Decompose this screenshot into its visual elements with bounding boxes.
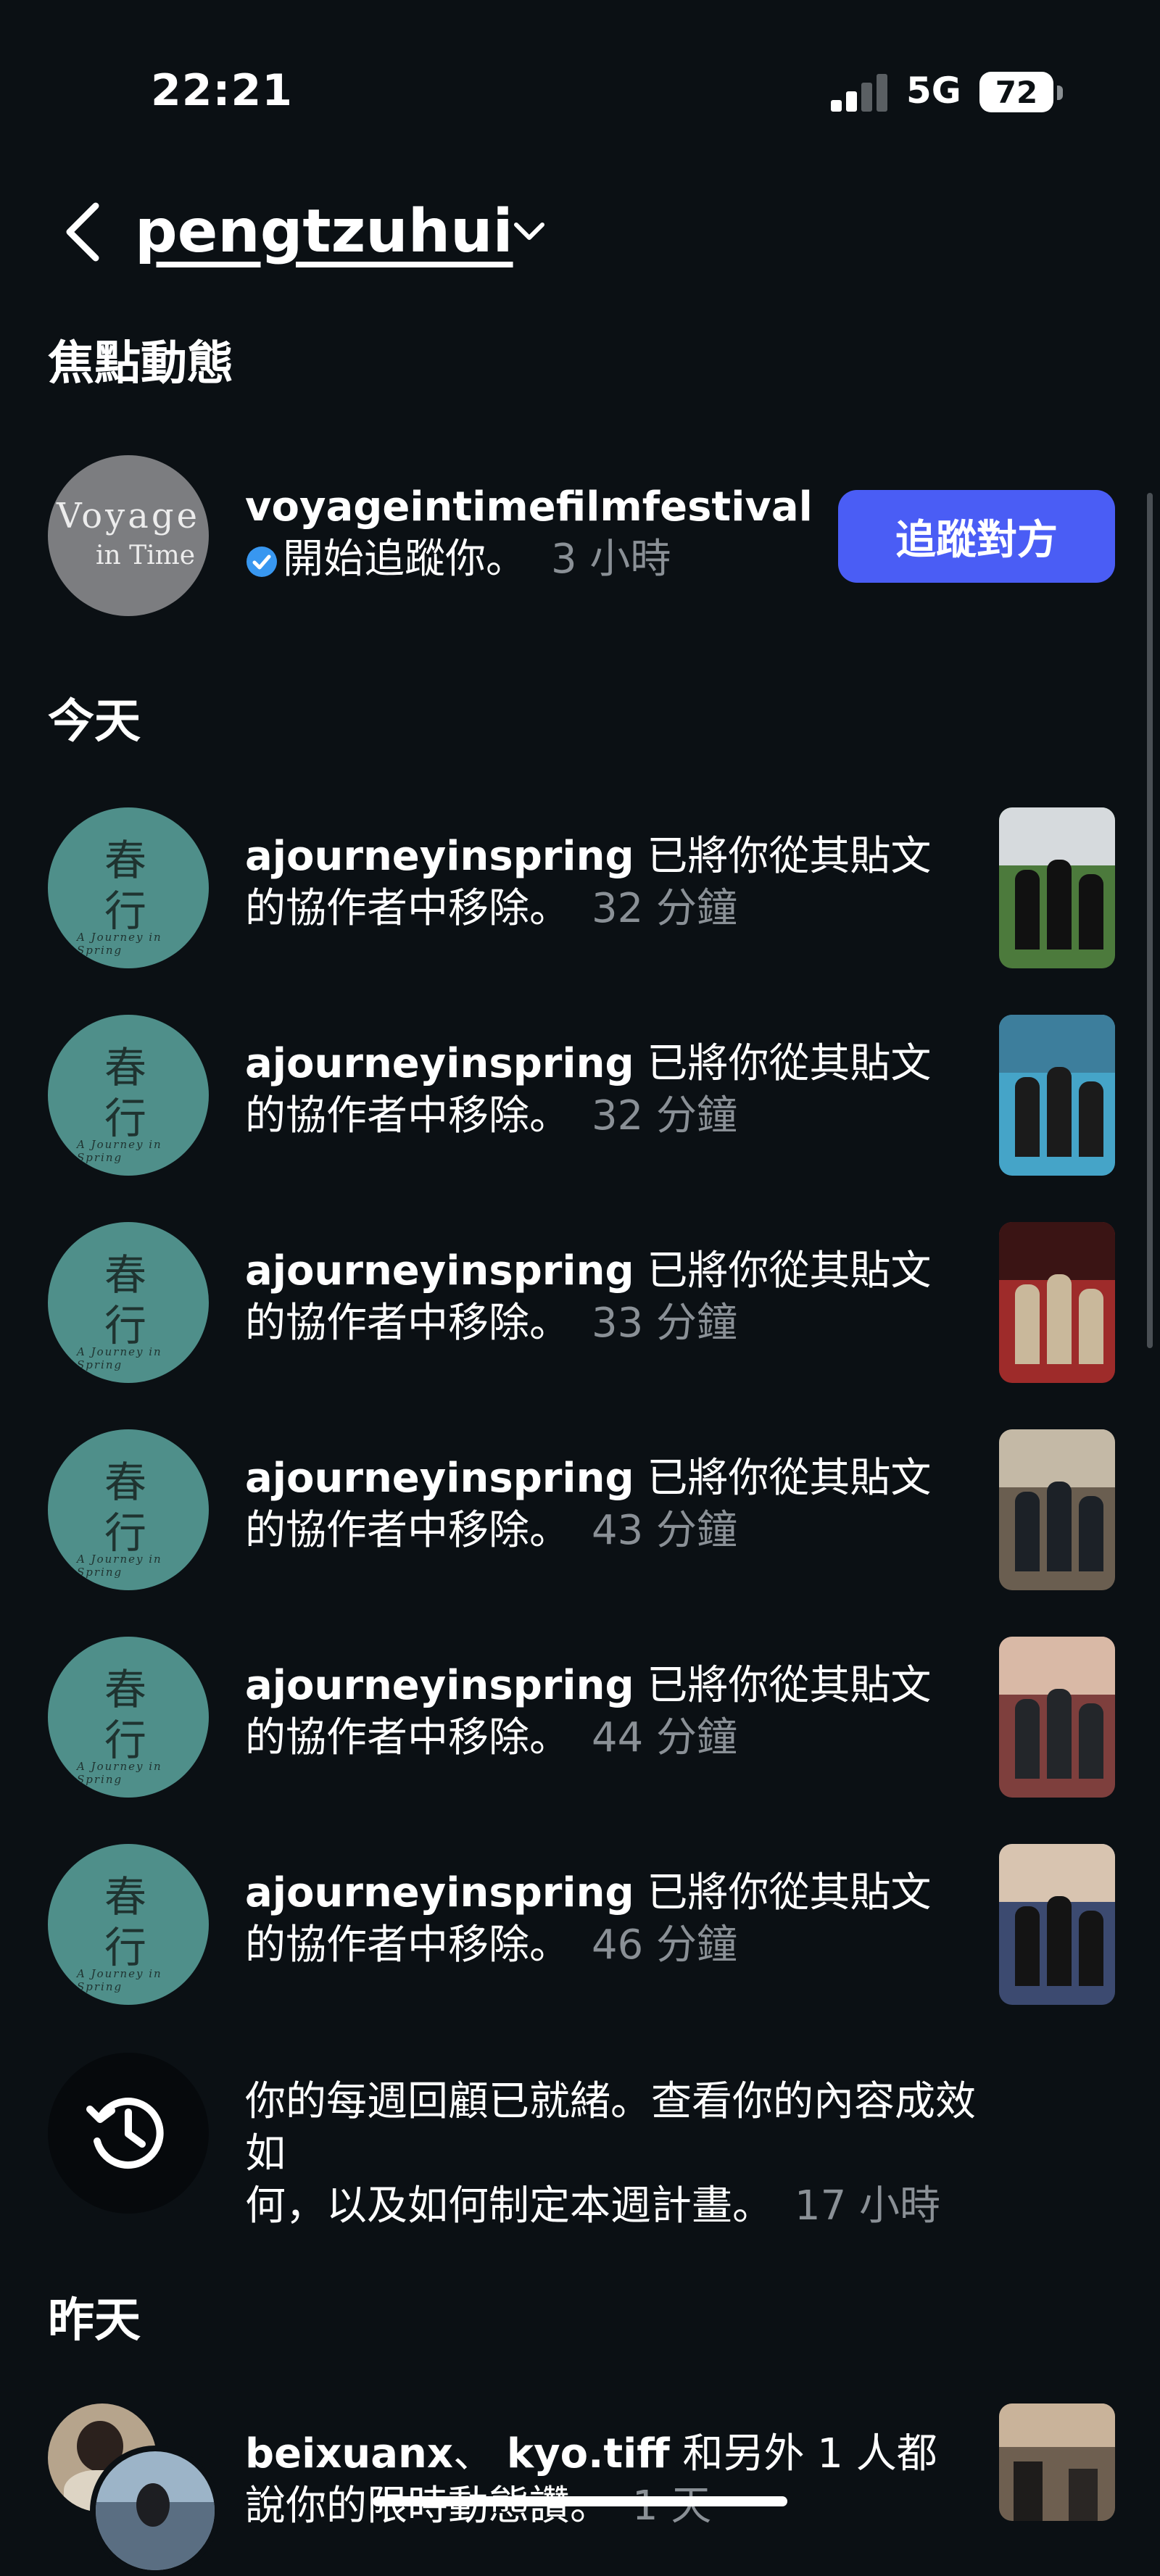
avatar-logo-line1: Voyage — [57, 496, 201, 536]
avatar-ajourneyinspring[interactable]: 春行A Journey in Spring — [48, 807, 209, 968]
yesterday-account-1[interactable]: beixuanx — [245, 2430, 453, 2477]
signal-strength-icon — [831, 70, 889, 112]
notification-message-b: 的協作者中移除。 — [245, 1921, 570, 1969]
post-thumbnail[interactable] — [999, 1844, 1115, 2005]
battery-tip — [1057, 86, 1063, 100]
notification-time: 32 分鐘 — [592, 1092, 738, 1139]
notification-message-b: 的協作者中移除。 — [245, 1714, 570, 1761]
chevron-down-icon[interactable] — [509, 215, 550, 248]
notification-account[interactable]: ajourneyinspring — [245, 1662, 634, 1709]
weekly-recap-line2: 何，以及如何制定本週計畫。 — [245, 2182, 773, 2230]
notification-message-a: 已將你從其貼文 — [634, 1662, 932, 1709]
featured-time: 3 小時 — [551, 536, 671, 583]
avatar-logo-subtitle: A Journey in Spring — [77, 1553, 162, 1579]
yesterday-message: 和另外 1 人都 — [669, 2430, 937, 2477]
avatar-logo-char2: 行 — [104, 1923, 147, 1972]
battery-level: 72 — [995, 74, 1038, 110]
notification-time: 43 分鐘 — [592, 1507, 738, 1554]
notification-text[interactable]: ajourneyinspring 已將你從其貼文的協作者中移除。 46 分鐘 — [245, 1867, 985, 1972]
weekly-recap-avatar[interactable] — [48, 2053, 209, 2214]
avatar-logo-char2: 行 — [104, 1301, 147, 1350]
notification-text[interactable]: ajourneyinspring 已將你從其貼文的協作者中移除。 32 分鐘 — [245, 831, 985, 935]
avatar-logo-char2: 行 — [104, 1094, 147, 1143]
avatar-ajourneyinspring[interactable]: 春行A Journey in Spring — [48, 1222, 209, 1383]
section-title-featured: 焦點動態 — [48, 337, 233, 391]
weekly-recap-text[interactable]: 你的每週回顧已就緒。查看你的內容成效如 何，以及如何制定本週計畫。 17 小時 — [245, 2076, 985, 2232]
notification-text[interactable]: ajourneyinspring 已將你從其貼文的協作者中移除。 43 分鐘 — [245, 1453, 985, 1557]
post-thumbnail-yesterday[interactable] — [999, 2403, 1115, 2521]
avatar-ajourneyinspring[interactable]: 春行A Journey in Spring — [48, 1015, 209, 1176]
notification-time: 44 分鐘 — [592, 1714, 738, 1761]
notification-message-a: 已將你從其貼文 — [634, 1869, 932, 1916]
notification-message-b: 的協作者中移除。 — [245, 885, 570, 932]
back-arrow-icon[interactable] — [58, 196, 109, 268]
featured-message: 開始追蹤你。 — [283, 536, 526, 583]
follow-back-button[interactable]: 追蹤對方 — [838, 490, 1115, 583]
avatar-ajourneyinspring[interactable]: 春行A Journey in Spring — [48, 1844, 209, 2005]
notification-message-b: 的協作者中移除。 — [245, 1507, 570, 1554]
post-thumbnail[interactable] — [999, 807, 1115, 968]
avatar-voyageintimefilmfestival[interactable]: Voyage in Time — [48, 455, 209, 616]
section-title-today: 今天 — [48, 695, 141, 749]
notification-time: 32 分鐘 — [592, 885, 738, 932]
avatar-logo-char2: 行 — [104, 1716, 147, 1765]
avatar-logo-subtitle: A Journey in Spring — [77, 1967, 162, 1993]
post-thumbnail[interactable] — [999, 1429, 1115, 1590]
battery-icon: 72 — [979, 72, 1053, 112]
scrollbar[interactable] — [1147, 493, 1153, 1348]
status-time: 22:21 — [151, 65, 293, 116]
home-indicator — [373, 2496, 787, 2506]
notification-account[interactable]: ajourneyinspring — [245, 1455, 634, 1502]
weekly-recap-time: 17 小時 — [795, 2182, 941, 2230]
avatar-logo-subtitle: A Journey in Spring — [77, 1760, 162, 1786]
section-title-yesterday: 昨天 — [48, 2294, 141, 2348]
notification-message-a: 已將你從其貼文 — [634, 833, 932, 880]
notification-account[interactable]: ajourneyinspring — [245, 833, 634, 880]
verified-badge-icon — [246, 547, 277, 577]
notification-message-a: 已將你從其貼文 — [634, 1247, 932, 1295]
account-switcher-username[interactable]: pengtzuhui — [135, 197, 513, 266]
post-thumbnail[interactable] — [999, 1015, 1115, 1176]
notification-account[interactable]: ajourneyinspring — [245, 1040, 634, 1087]
avatar-logo-char2: 行 — [104, 1508, 147, 1558]
yesterday-separator: 、 — [453, 2430, 507, 2477]
avatar-logo-subtitle: A Journey in Spring — [77, 931, 162, 957]
post-thumbnail[interactable] — [999, 1637, 1115, 1798]
network-type: 5G — [906, 70, 961, 112]
history-clock-icon — [86, 2098, 164, 2169]
notification-message-b: 的協作者中移除。 — [245, 1092, 570, 1139]
notification-message-b: 的協作者中移除。 — [245, 1300, 570, 1347]
avatar-ajourneyinspring[interactable]: 春行A Journey in Spring — [48, 1429, 209, 1590]
notification-message-a: 已將你從其貼文 — [634, 1040, 932, 1087]
notification-time: 33 分鐘 — [592, 1300, 738, 1347]
notification-text[interactable]: ajourneyinspring 已將你從其貼文的協作者中移除。 44 分鐘 — [245, 1660, 985, 1764]
avatar-logo-subtitle: A Journey in Spring — [77, 1345, 162, 1371]
avatar-ajourneyinspring[interactable]: 春行A Journey in Spring — [48, 1637, 209, 1798]
notification-text[interactable]: ajourneyinspring 已將你從其貼文的協作者中移除。 33 分鐘 — [245, 1245, 985, 1350]
avatar-logo-char2: 行 — [104, 886, 147, 936]
notification-account[interactable]: ajourneyinspring — [245, 1247, 634, 1295]
avatar-logo-line2: in Time — [96, 541, 196, 570]
notification-account[interactable]: ajourneyinspring — [245, 1869, 634, 1916]
notification-message-a: 已將你從其貼文 — [634, 1455, 932, 1502]
post-thumbnail[interactable] — [999, 1222, 1115, 1383]
avatar-logo-subtitle: A Journey in Spring — [77, 1138, 162, 1164]
notification-text[interactable]: ajourneyinspring 已將你從其貼文的協作者中移除。 32 分鐘 — [245, 1038, 985, 1142]
notification-time: 46 分鐘 — [592, 1921, 738, 1969]
yesterday-notification-text[interactable]: beixuanx、 kyo.tiff 和另外 1 人都 說你的限時動態讚。1 天 — [245, 2428, 985, 2533]
weekly-recap-line1: 你的每週回顧已就緒。查看你的內容成效如 — [245, 2078, 976, 2177]
avatar-kyo-tiff[interactable] — [90, 2446, 220, 2576]
yesterday-account-2[interactable]: kyo.tiff — [507, 2430, 670, 2477]
